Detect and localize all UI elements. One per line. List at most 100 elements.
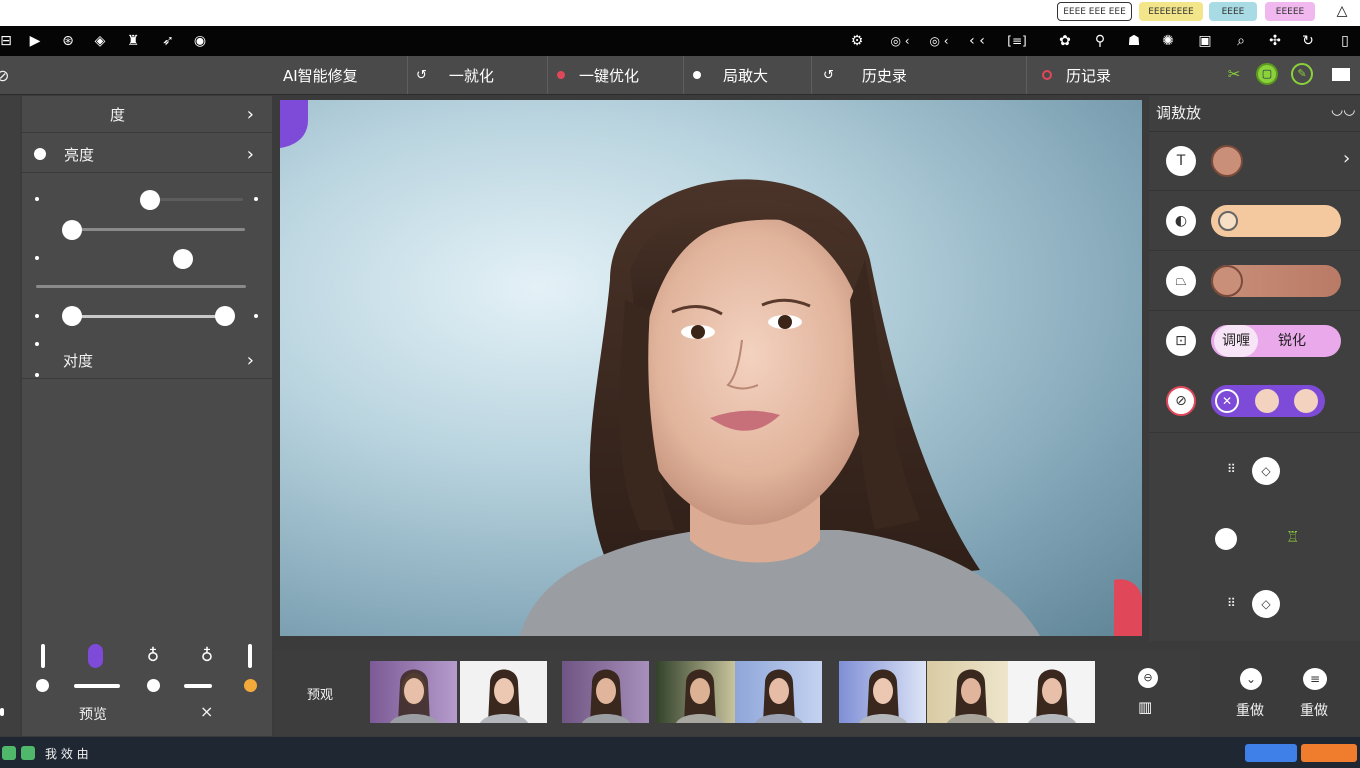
play-icon[interactable]: ▶	[25, 31, 45, 51]
slider-knob[interactable]	[215, 306, 235, 326]
image-icon[interactable]: ▣	[1195, 31, 1215, 51]
top-strip: EEEE EEE EEE EEEEEEEE EEEE EEEEE △	[0, 0, 1360, 26]
pointer-icon[interactable]: ➶	[158, 31, 178, 51]
people-icon[interactable]: ☗	[1124, 31, 1144, 51]
chat-icon-2[interactable]	[21, 746, 35, 760]
blue-badge[interactable]	[1245, 744, 1297, 762]
slider-knob[interactable]	[173, 249, 193, 269]
capsule-icon[interactable]	[88, 644, 103, 668]
adjust-sharpen-toggle[interactable]: 调喱 锐化	[1211, 325, 1341, 357]
chat-icon[interactable]	[2, 746, 16, 760]
shape-option-icon[interactable]: ✕	[1215, 389, 1239, 413]
pin-icon[interactable]: ⊘	[0, 66, 9, 85]
bar-icon[interactable]	[248, 644, 252, 668]
white-circle-icon[interactable]	[1215, 528, 1237, 550]
thumbnail[interactable]	[370, 661, 457, 723]
thumbnail[interactable]	[927, 661, 1014, 723]
brush-icon[interactable]: ✎	[1291, 63, 1313, 85]
main-photo[interactable]	[280, 100, 1142, 636]
tag-icon[interactable]: ◈	[90, 31, 110, 51]
window-icon[interactable]	[1332, 68, 1350, 81]
top-pill-2[interactable]: EEEEEEEE	[1139, 2, 1203, 21]
close-button[interactable]: ×	[200, 702, 213, 721]
redo-button[interactable]: 重做	[1236, 700, 1264, 720]
eraser-tool-icon[interactable]: ⏢	[1166, 266, 1196, 296]
orange-badge[interactable]	[1301, 744, 1357, 762]
collapse-up-icon[interactable]: △	[1333, 3, 1351, 21]
orange-dot-icon[interactable]	[244, 679, 257, 692]
face-shape-selector[interactable]: ✕	[1211, 385, 1325, 417]
undo-button[interactable]: 重做	[1300, 700, 1328, 720]
robot-icon[interactable]: ♜	[123, 31, 143, 51]
thumbnail[interactable]	[839, 661, 926, 723]
crop-icon[interactable]: ✂	[1224, 65, 1244, 85]
panel-header[interactable]: 度 ›	[22, 96, 272, 133]
sharpen-label[interactable]: 锐化	[1278, 325, 1306, 357]
menu-history-record[interactable]: 历记录	[1042, 56, 1111, 94]
chevron-right-icon[interactable]: ›	[1343, 148, 1350, 169]
globe-icon[interactable]: ⊛	[58, 31, 78, 51]
layer-icon[interactable]: ▢	[1256, 63, 1278, 85]
lock-icon[interactable]: ⊖	[1138, 668, 1158, 688]
phone-icon[interactable]: ▯	[1335, 31, 1355, 51]
tone-knob[interactable]	[1218, 211, 1238, 231]
green-figure-icon[interactable]: ♖	[1286, 528, 1299, 546]
menu-optimize[interactable]: ↺ 一就化	[416, 56, 494, 94]
skin-tone-swatch[interactable]	[1211, 145, 1243, 177]
camera-icon[interactable]: ✺	[1158, 31, 1178, 51]
target-icon[interactable]: ◉	[190, 31, 210, 51]
diamond-icon[interactable]: ◇	[1252, 590, 1280, 618]
top-pill-1[interactable]: EEEE EEE EEE	[1057, 2, 1132, 21]
thumbnail-portrait	[480, 669, 528, 723]
slider-knob[interactable]	[62, 220, 82, 240]
thumbnail[interactable]	[460, 661, 547, 723]
undo-circle-icon[interactable]: ⌄	[1240, 668, 1262, 690]
slider-knob[interactable]	[140, 190, 160, 210]
thumbnail[interactable]	[735, 661, 822, 723]
thumbnail-portrait	[859, 669, 907, 723]
tone-slider[interactable]	[1211, 205, 1341, 237]
magic-icon[interactable]: ✣	[1265, 31, 1285, 51]
flower-icon[interactable]: ✿	[1055, 31, 1075, 51]
contrast-tool-icon[interactable]: ◐	[1166, 206, 1196, 236]
diamond-icon[interactable]: ◇	[1252, 457, 1280, 485]
settings-icon[interactable]: ⚙	[847, 31, 867, 51]
lightbulb-icon[interactable]: ♁	[144, 646, 162, 666]
contrast-row[interactable]: 对度 ›	[22, 342, 272, 379]
location-icon[interactable]: ⚲	[1090, 31, 1110, 51]
frame-tool-icon[interactable]: ⊡	[1166, 326, 1196, 356]
bar-icon[interactable]	[41, 644, 45, 668]
menu-one-key[interactable]: 一键优化	[557, 56, 639, 94]
thumbnail[interactable]	[562, 661, 649, 723]
face-option-icon-2[interactable]	[1294, 389, 1318, 413]
top-pill-3[interactable]: EEEE	[1209, 2, 1257, 21]
refresh-icon[interactable]: ↻	[1298, 31, 1318, 51]
slider-knob[interactable]	[62, 306, 82, 326]
dot-icon[interactable]	[147, 679, 160, 692]
layers-circle-icon[interactable]: ≡	[1303, 668, 1327, 690]
menu-zoom[interactable]: 局敢大	[693, 56, 768, 94]
preview-button[interactable]: 预览	[79, 704, 107, 724]
menu-ai-repair[interactable]: AI智能修复	[283, 56, 358, 94]
chart-icon[interactable]: ▥	[1138, 698, 1152, 716]
menu-history[interactable]: ↺ 历史录	[823, 56, 907, 94]
thumbnail[interactable]	[1008, 661, 1095, 723]
dot-icon[interactable]	[36, 679, 49, 692]
record-back-icon-2[interactable]: ◎ ‹	[919, 31, 959, 51]
layers-icon[interactable]: [≡]	[1003, 31, 1031, 51]
warmth-slider[interactable]	[1211, 265, 1341, 297]
top-pill-4[interactable]: EEEEE	[1265, 2, 1315, 21]
no-entry-icon[interactable]: ⊘	[1166, 386, 1196, 416]
record-back-icon[interactable]: ◎ ‹	[880, 31, 920, 51]
warmth-knob[interactable]	[1211, 265, 1243, 297]
app-icon[interactable]: ⊟	[0, 31, 16, 51]
text-tool-icon[interactable]: T	[1166, 146, 1196, 176]
lightbulb-icon-2[interactable]: ♁	[198, 646, 216, 666]
face-option-icon[interactable]	[1255, 389, 1279, 413]
more-icon[interactable]: ◡◡	[1331, 102, 1355, 118]
adjust-label[interactable]: 调喱	[1214, 325, 1258, 357]
thumbnail[interactable]	[656, 661, 743, 723]
search-icon[interactable]: ⌕	[1231, 31, 1251, 51]
brightness-row[interactable]: 亮度 ›	[22, 136, 272, 173]
chevron-left-icon[interactable]: ‹ ‹	[962, 31, 992, 51]
